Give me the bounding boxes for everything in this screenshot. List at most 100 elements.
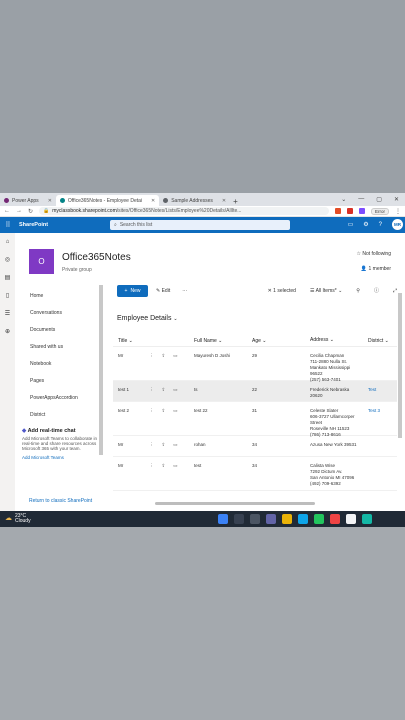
more-vertical-icon[interactable]: ⋮ xyxy=(149,408,154,435)
table-row[interactable]: test 2 ⋮ ⇪ ▭ test 22 31 Celeste Slater 606-372… xyxy=(113,402,397,437)
share-icon[interactable]: ⇪ xyxy=(162,408,166,435)
comment-icon[interactable]: ▭ xyxy=(173,387,177,401)
comment-icon[interactable]: ▭ xyxy=(173,442,177,456)
edge-icon[interactable] xyxy=(298,514,308,524)
window-close-button[interactable]: ✕ xyxy=(394,196,399,203)
nav-item-notebook[interactable]: Notebook xyxy=(22,355,100,372)
app-launcher-icon[interactable]: ⠿ xyxy=(0,221,16,229)
search-input[interactable]: ⌕ Search this list xyxy=(110,220,290,230)
table-row[interactable]: Mr ⋮ ⇪ ▭ rohan 34 Azusa New York 39531 xyxy=(113,436,397,457)
minimize-button[interactable]: — xyxy=(358,196,364,203)
column-header-address[interactable]: Address ⌄ xyxy=(310,337,368,344)
brave-icon[interactable] xyxy=(330,514,340,524)
add-teams-link[interactable]: Add Microsoft Teams xyxy=(22,455,100,460)
share-icon[interactable]: ⇪ xyxy=(162,442,166,456)
app-name[interactable]: SharePoint xyxy=(19,222,48,228)
tab-employee-details[interactable]: Office365Notes - Employee Detai ✕ xyxy=(55,195,160,206)
cell-title[interactable]: Mr xyxy=(113,457,145,490)
cell-title[interactable]: Mr xyxy=(113,436,145,456)
app-icon[interactable] xyxy=(346,514,356,524)
more-vertical-icon[interactable]: ⋮ xyxy=(149,463,154,490)
error-button[interactable]: Error xyxy=(371,207,389,215)
chrome-icon[interactable] xyxy=(314,514,324,524)
cell-district[interactable] xyxy=(368,436,397,456)
filter-icon[interactable]: ⚲ xyxy=(356,288,360,294)
cell-title[interactable]: test 1 xyxy=(113,381,145,401)
cell-title[interactable]: test 2 xyxy=(113,402,145,435)
task-view-icon[interactable] xyxy=(250,514,260,524)
selection-status[interactable]: ✕ 1 selected xyxy=(268,288,296,294)
chat-icon[interactable]: ▭ xyxy=(348,221,354,228)
new-button[interactable]: + New xyxy=(117,284,148,297)
nav-item-shared[interactable]: Shared with us xyxy=(22,338,100,355)
tab-sample-addresses[interactable]: Sample Addresses ✕ xyxy=(159,195,230,206)
cell-title[interactable]: Mr xyxy=(113,347,145,380)
chevron-down-icon[interactable]: ⌄ xyxy=(341,196,346,203)
nav-item-documents[interactable]: Documents xyxy=(22,321,100,338)
more-vertical-icon[interactable]: ⋮ xyxy=(149,442,154,456)
share-icon[interactable]: ⇪ xyxy=(162,353,166,380)
maximize-button[interactable]: ▢ xyxy=(376,196,382,203)
share-icon[interactable]: ⇪ xyxy=(162,463,166,490)
extension-icon[interactable] xyxy=(347,208,353,214)
table-row[interactable]: test 1 ⋮ ⇪ ▭ ts 22 Frederick Nebraska 20620 Tes… xyxy=(113,381,397,402)
url-input[interactable]: 🔒 myclassbook.sharepoint.com /sites/Offi… xyxy=(39,207,329,215)
home-icon[interactable]: ⌂ xyxy=(6,239,10,245)
new-tab-button[interactable]: + xyxy=(233,197,238,206)
app-icon[interactable] xyxy=(362,514,372,524)
share-icon[interactable]: ⇪ xyxy=(162,387,166,401)
classic-sharepoint-link[interactable]: Return to classic SharePoint xyxy=(29,498,92,504)
menu-icon[interactable]: ⋮ xyxy=(395,208,401,215)
nav-item-conversations[interactable]: Conversations xyxy=(22,304,100,321)
nav-item-home[interactable]: Home xyxy=(22,287,100,304)
site-logo[interactable]: O xyxy=(29,249,54,274)
back-icon[interactable]: ← xyxy=(4,208,10,214)
expand-icon[interactable]: ⤢ xyxy=(393,288,397,294)
search-icon[interactable] xyxy=(234,514,244,524)
members-button[interactable]: 👤 1 member xyxy=(361,266,391,272)
nav-item-district[interactable]: District xyxy=(22,406,100,423)
file-explorer-icon[interactable] xyxy=(282,514,292,524)
tab-power-apps[interactable]: Power Apps ✕ xyxy=(0,195,56,206)
windows-start-icon[interactable] xyxy=(218,514,228,524)
more-vertical-icon[interactable]: ⋮ xyxy=(149,353,154,380)
list-icon[interactable]: ☰ xyxy=(5,310,10,317)
table-row[interactable]: Mr ⋮ ⇪ ▭ test 34 Calista Wise 7292 Dictum Av. … xyxy=(113,457,397,491)
reload-icon[interactable]: ↻ xyxy=(28,208,33,215)
news-icon[interactable]: ▤ xyxy=(5,274,11,281)
close-icon[interactable]: ✕ xyxy=(48,198,52,204)
site-name[interactable]: Office365Notes xyxy=(62,252,131,263)
view-selector[interactable]: ☰ All Items* ⌄ xyxy=(310,288,342,294)
cell-district[interactable] xyxy=(368,347,397,380)
nav-item-pages[interactable]: Pages xyxy=(22,372,100,389)
more-vertical-icon[interactable]: ⋮ xyxy=(149,387,154,401)
comment-icon[interactable]: ▭ xyxy=(173,353,177,380)
info-icon[interactable]: ⓘ xyxy=(374,287,379,294)
column-header-district[interactable]: District ⌄ xyxy=(368,338,397,344)
help-icon[interactable]: ? xyxy=(379,222,382,228)
globe-icon[interactable]: ◎ xyxy=(5,256,10,263)
view-title[interactable]: Employee Details ⌄ xyxy=(117,315,178,322)
horizontal-scrollbar[interactable] xyxy=(155,502,315,505)
vertical-scrollbar[interactable] xyxy=(398,293,402,438)
add-icon[interactable]: ⊕ xyxy=(5,328,10,335)
weather-widget[interactable]: ☁ 23°C Cloudy xyxy=(0,513,31,525)
extension-icon[interactable] xyxy=(359,208,365,214)
column-header-full-name[interactable]: Full Name ⌄ xyxy=(194,338,252,344)
column-header-age[interactable]: Age ⌄ xyxy=(252,338,310,344)
settings-icon[interactable]: ⚙ xyxy=(363,221,368,228)
cell-district[interactable]: Test 3 xyxy=(368,402,397,435)
comment-icon[interactable]: ▭ xyxy=(173,463,177,490)
nav-item-powerapps[interactable]: PowerAppsAccordion xyxy=(22,389,100,406)
more-button[interactable]: ··· xyxy=(182,288,187,294)
close-icon[interactable]: ✕ xyxy=(222,198,226,204)
follow-button[interactable]: ☆ Not following xyxy=(356,251,391,257)
edit-button[interactable]: ✎ Edit xyxy=(156,288,170,294)
teams-icon[interactable] xyxy=(266,514,276,524)
avatar[interactable]: MR xyxy=(392,219,403,230)
comment-icon[interactable]: ▭ xyxy=(173,408,177,435)
forward-icon[interactable]: → xyxy=(16,208,22,214)
cell-district[interactable]: Test xyxy=(368,381,397,401)
document-icon[interactable]: ▯ xyxy=(6,292,9,299)
table-row[interactable]: Mr ⋮ ⇪ ▭ Mayuresh D Joshi 29 Cecilia Chapman 7… xyxy=(113,347,397,382)
